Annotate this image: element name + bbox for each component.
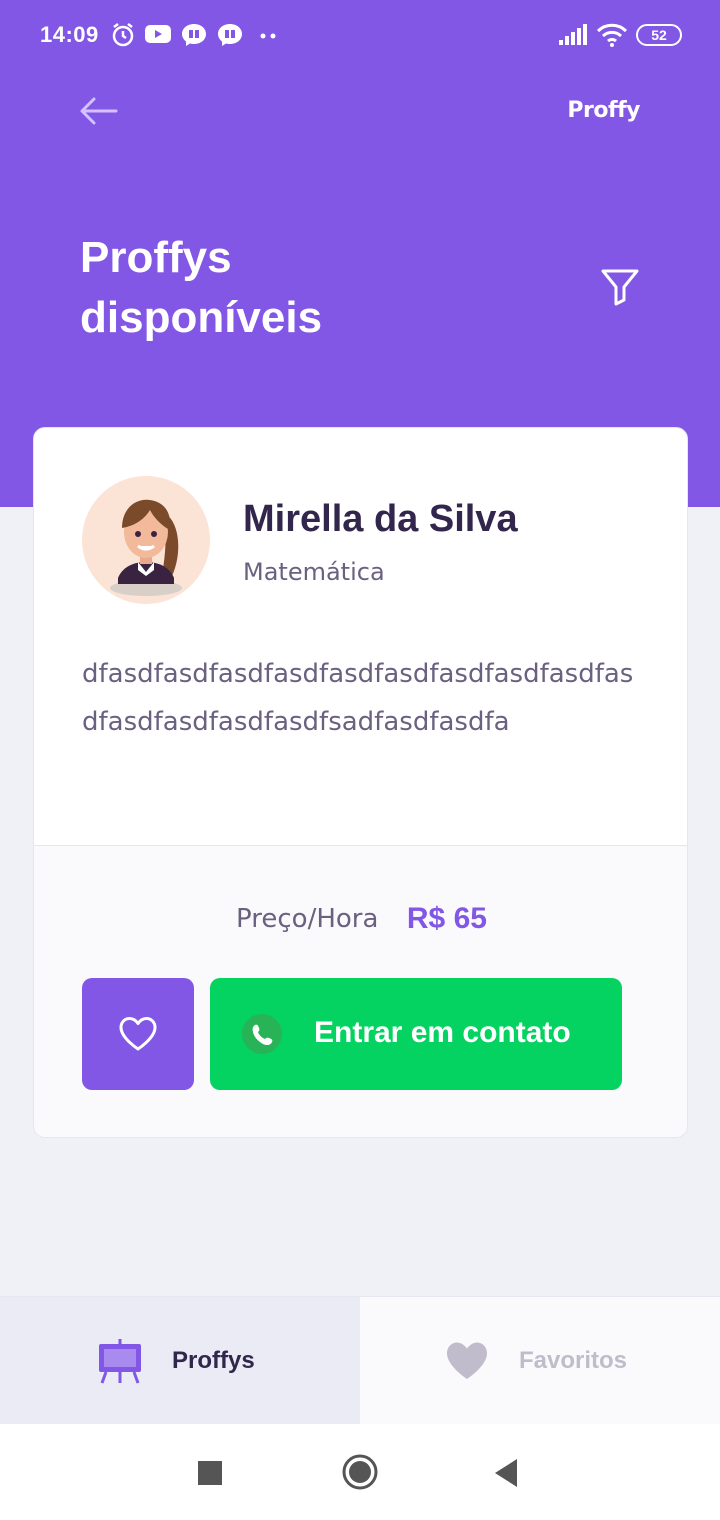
- filter-button[interactable]: [600, 266, 640, 306]
- tab-label: Proffys: [172, 1347, 255, 1374]
- whatsapp-icon: [240, 1012, 284, 1061]
- status-bar: 14:09 52: [0, 0, 720, 70]
- favorite-button[interactable]: [82, 978, 194, 1090]
- messenger-icon: [216, 22, 244, 53]
- tab-favoritos[interactable]: Favoritos: [360, 1297, 720, 1425]
- tab-label: Favoritos: [519, 1347, 628, 1374]
- avatar: [82, 476, 210, 604]
- home-button[interactable]: [341, 1453, 379, 1496]
- status-time: 14:09: [40, 22, 99, 47]
- teacher-bio: dfasdfasdfasdfasdfasdfasdfasdfasdfasdfas…: [82, 659, 634, 737]
- home-circle-icon: [342, 1454, 378, 1490]
- arrow-left-icon: [80, 97, 118, 125]
- signal-icon: [558, 24, 588, 51]
- heart-icon: [446, 1341, 488, 1386]
- teacher-name: Mirella da Silva: [243, 498, 518, 540]
- price-row: Preço/Hora R$ 65: [34, 902, 687, 936]
- recents-button[interactable]: [198, 1461, 222, 1490]
- teacher-subject: Matemática: [243, 558, 385, 586]
- easel-icon: [96, 1337, 144, 1390]
- system-back-button[interactable]: [493, 1458, 519, 1493]
- filter-icon: [601, 269, 639, 306]
- contact-button[interactable]: Entrar em contato: [210, 978, 622, 1090]
- wifi-icon: [596, 22, 628, 53]
- messenger-icon: [180, 22, 208, 53]
- alarm-icon: [110, 22, 136, 53]
- system-navbar: [0, 1424, 720, 1520]
- back-button[interactable]: [78, 94, 118, 128]
- recents-square-icon: [198, 1461, 222, 1485]
- contact-label: Entrar em contato: [314, 1016, 571, 1049]
- back-triangle-icon: [495, 1459, 517, 1487]
- tab-bar: Proffys Favoritos: [0, 1296, 720, 1425]
- brand-logo: Proffy: [567, 98, 640, 123]
- youtube-icon: [144, 22, 172, 51]
- price-label: Preço/Hora: [236, 904, 379, 934]
- page-title: Proffys disponíveis: [80, 233, 323, 342]
- tab-proffys[interactable]: Proffys: [0, 1297, 360, 1425]
- heart-outline-icon: [119, 1017, 157, 1051]
- more-dots-icon: [260, 28, 278, 46]
- card-footer: Preço/Hora R$ 65 Entrar em contato: [34, 845, 687, 1137]
- battery-icon: 52: [636, 24, 682, 46]
- teacher-card: Mirella da Silva Matemática dfasdfasdfas…: [33, 427, 688, 1138]
- price-value: R$ 65: [406, 902, 487, 935]
